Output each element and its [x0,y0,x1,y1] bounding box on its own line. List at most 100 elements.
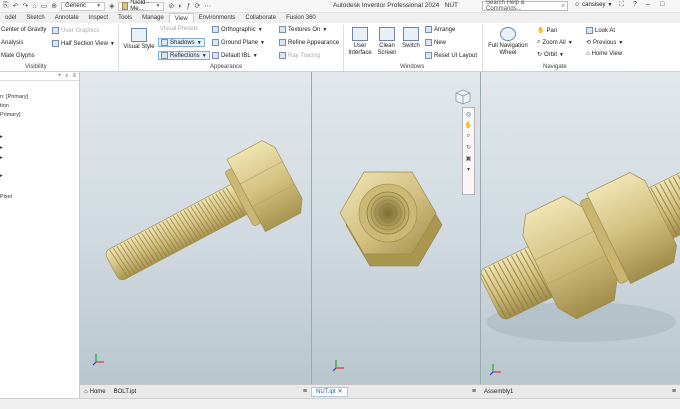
material-icon[interactable]: ◈ [109,2,114,10]
reflections-toggle[interactable]: Reflections ▼ [158,51,210,60]
clear-icon[interactable]: ⊘ [168,2,174,10]
add-icon[interactable]: + [58,73,62,79]
tree-node-icon[interactable]: ▸ [0,145,3,151]
ray-tracing-button[interactable]: Ray Tracing [279,52,320,59]
home-tab[interactable]: ⌂ Home [80,387,110,397]
viewport-nut[interactable] [311,72,480,384]
tab-environments[interactable]: Environments [194,13,241,23]
full-navigation-wheel-button[interactable]: Full Navigation Wheel [485,27,531,57]
document-tabs-middle: NUT.ipt ✕ ≡ [311,384,480,398]
switch-icon [403,27,419,41]
center-of-gravity-label: Center of Gravity [1,27,47,33]
orbit-button[interactable]: ↻ Orbit ▼ [537,51,564,59]
browser-item[interactable]: Primary] [0,112,20,118]
tab-model[interactable]: odel [0,13,21,23]
viewport-assembly[interactable] [480,72,680,384]
user-interface-button[interactable]: User Interface [346,27,374,57]
redo-icon[interactable]: ↷ [22,2,28,10]
switch-button[interactable]: Switch [400,27,422,50]
new-window-button[interactable]: New [425,39,446,46]
tab-manage[interactable]: Manage [137,13,169,23]
orbit-icon: ↻ [537,52,543,58]
cart-icon[interactable]: ⛶ [619,1,624,9]
menu-icon[interactable]: ≡ [672,388,680,395]
navigation-bar: ◎ ✋ ⌕ ↻ ▣ ▾ [462,107,475,195]
search-icon[interactable]: ⌕ [65,73,68,80]
zoom-all-button[interactable]: ⌕ Zoom All ▼ [537,39,573,46]
panel-divider [118,25,119,71]
pan-icon[interactable]: ✋ [465,122,472,129]
function-icon[interactable]: ƒ [187,3,191,10]
default-ibl-label: Default IBL [221,52,251,59]
browser-item[interactable]: tion [0,103,9,109]
default-ibl-button[interactable]: Default IBL ▼ [212,52,258,59]
assembly-tab-label: Assembly1 [484,388,514,395]
select-icon[interactable]: ▭ [41,2,48,10]
mate-glyphs-button[interactable]: Mate Glyphs [1,53,35,59]
tree-node-icon[interactable]: ▸ [0,155,3,161]
chevron-down-icon: ▼ [196,39,202,46]
look-at-button[interactable]: Look At [586,27,615,34]
look-at-icon[interactable]: ▣ [466,155,472,162]
visual-style-button[interactable]: Visual Style [122,28,156,51]
center-of-gravity-button[interactable]: Center of Gravity [1,27,46,33]
save-icon[interactable]: ⎘ [3,2,9,10]
tab-fusion-360[interactable]: Fusion 360 [281,13,321,23]
user-menu[interactable]: ☺ cansisey ▼ [574,2,612,8]
tab-annotate[interactable]: Annotate [50,13,84,23]
maximize-icon[interactable]: □ [660,1,664,8]
close-icon[interactable]: ✕ [338,387,343,397]
user-graphics-button[interactable]: User Graphics [52,27,99,34]
appearance-combo[interactable]: Generic ▼ [61,1,106,11]
undo-icon[interactable]: ↶ [13,2,19,10]
ground-plane-button[interactable]: Ground Plane ▼ [212,39,265,46]
home-icon[interactable]: ⌂ [32,3,36,10]
pan-button[interactable]: ✋ Pan [537,27,557,35]
shadows-toggle[interactable]: Shadows ▼ [158,38,205,47]
minimize-icon[interactable]: – [646,1,650,8]
panel-divider [482,25,483,71]
previous-view-button[interactable]: ⟲ Previous ▼ [586,39,623,47]
measure-icon[interactable]: ⊕ [51,2,57,10]
menu-icon[interactable]: ≡ [472,388,480,395]
arrange-button[interactable]: Arrange [425,26,455,33]
tree-node-icon[interactable]: ▸ [0,134,3,140]
viewport-bolt[interactable] [80,72,311,384]
navigation-wheel-icon [500,27,516,41]
update-icon[interactable]: ⟳ [195,2,201,10]
textures-on-button[interactable]: Textures On ▼ [279,26,327,33]
search-input[interactable]: Search Help & Commands... ⌕ [482,0,568,12]
material-combo[interactable]: *Gold - Me... ▼ [118,0,165,12]
navigation-wheel-icon[interactable]: ◎ [466,111,471,118]
menu-icon[interactable]: ≡ [72,73,76,79]
help-icon[interactable]: ? [633,1,637,8]
tree-node-icon[interactable]: ▸ [0,173,3,179]
assembly-tab[interactable]: Assembly1 [480,387,517,397]
browser-item[interactable]: Pixel [0,194,12,200]
nut-tab-label: NUT.ipt [316,388,336,395]
nut-tab[interactable]: NUT.ipt ✕ [311,386,348,397]
home-view-button[interactable]: ⌂ Home View [586,51,622,57]
orthographic-button[interactable]: Orthographic ▼ [212,26,263,33]
clean-screen-button[interactable]: Clean Screen [375,27,399,57]
browser-item[interactable]: n: [Primary] [0,94,28,100]
tab-sketch[interactable]: Sketch [21,13,49,23]
analysis-button[interactable]: Analysis [1,40,23,46]
adjust-icon[interactable]: ◐ [178,3,182,10]
tab-collaborate[interactable]: Collaborate [240,13,281,23]
visual-presets-label: Visual Presets [160,26,199,32]
tab-tools[interactable]: Tools [113,13,137,23]
menu-icon[interactable]: ≡ [303,388,311,395]
visual-presets-button[interactable]: Visual Presets [160,26,198,32]
more-icon[interactable]: ⋯ [204,2,211,10]
zoom-icon[interactable]: ⌕ [467,133,470,140]
tab-view[interactable]: View [168,13,194,23]
half-section-view-button[interactable]: Half Section View ▼ [52,40,115,47]
refine-appearance-button[interactable]: Refine Appearance [279,39,339,46]
bolt-tab[interactable]: BOLT.ipt [110,387,141,397]
reset-ui-layout-button[interactable]: Reset UI Layout [425,52,477,59]
viewcube-icon[interactable] [455,89,471,105]
tab-inspect[interactable]: Inspect [84,13,113,23]
expand-icon[interactable]: ▾ [467,166,470,173]
orbit-icon[interactable]: ↻ [466,144,471,151]
